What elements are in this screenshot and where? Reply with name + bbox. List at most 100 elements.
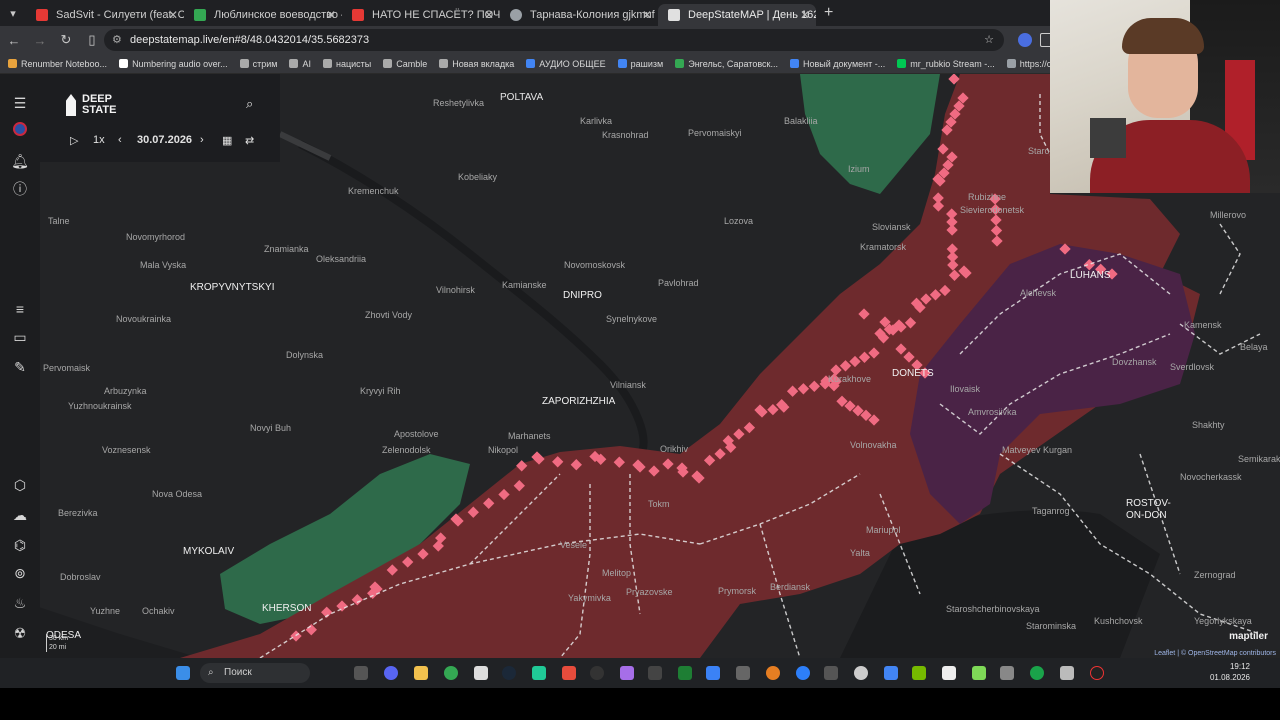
app-icon[interactable] xyxy=(532,666,546,680)
info-icon[interactable]: ⓘ xyxy=(11,180,29,198)
app-icon[interactable] xyxy=(766,666,780,680)
browser-tab[interactable]: НАТО НЕ СПАСЁТ? ПОЧЕМУ П ✕ xyxy=(342,4,500,26)
map-attribution[interactable]: Leaflet | © OpenStreetMap contributors xyxy=(1150,649,1280,658)
new-tab-button[interactable]: + xyxy=(824,4,833,22)
map-label: Krasnohrad xyxy=(602,130,649,140)
close-tab-icon[interactable]: ✕ xyxy=(800,4,810,26)
map-label: Volnovakha xyxy=(850,440,897,450)
bookmark-item[interactable]: АУДИО ОБЩЕЕ xyxy=(526,59,606,69)
app-icon[interactable] xyxy=(1090,666,1104,680)
task-view-icon[interactable] xyxy=(354,666,368,680)
map-label: Zhovti Vody xyxy=(365,310,413,320)
filters-icon[interactable]: ≡ xyxy=(11,300,29,318)
terminal-icon[interactable] xyxy=(648,666,662,680)
bookmark-item[interactable]: mr_rubkio Stream -... xyxy=(897,59,995,69)
app-icon[interactable] xyxy=(884,666,898,680)
browser-tab[interactable]: SadSvit - Силуети (feat. СТРУКТ ✕ xyxy=(26,4,184,26)
bookmark-item[interactable]: стрим xyxy=(239,59,277,69)
bookmark-item[interactable]: Camble xyxy=(383,59,427,69)
windows-start-icon[interactable] xyxy=(176,666,190,680)
bookmark-item[interactable]: Энгельс, Саратовск... xyxy=(675,59,778,69)
app-icon[interactable] xyxy=(824,666,838,680)
nuclear-icon[interactable]: ⊚ xyxy=(11,564,29,582)
app-icon[interactable] xyxy=(562,666,576,680)
site-info-icon[interactable]: ⚙ xyxy=(112,29,122,51)
bookmark-item[interactable]: Новая вкладка xyxy=(439,59,514,69)
ruler-icon[interactable]: ▭ xyxy=(11,328,29,346)
browser-tab[interactable]: Тарнава-Колония gjkmuf - По ✕ xyxy=(500,4,658,26)
app-icon[interactable] xyxy=(1060,666,1074,680)
bookmark-item[interactable]: Numbering audio over... xyxy=(119,59,228,69)
satellite-icon[interactable]: ⌬ xyxy=(11,536,29,554)
microphone xyxy=(1090,118,1126,158)
bookmark-icon xyxy=(8,59,17,68)
forward-icon[interactable]: → xyxy=(28,28,52,52)
map-label-poltava: POLTAVA xyxy=(500,92,544,103)
app-icon[interactable] xyxy=(972,666,986,680)
excel-icon[interactable] xyxy=(678,666,692,680)
map-label: Pryazovske xyxy=(626,587,673,597)
bookmark-item[interactable]: нацисты xyxy=(322,59,371,69)
app-icon[interactable] xyxy=(590,666,604,680)
nvidia-icon[interactable] xyxy=(912,666,926,680)
close-tab-icon[interactable]: ✕ xyxy=(484,4,494,26)
deepstate-logo[interactable]: DEEP STATE xyxy=(66,94,116,116)
layers-icon[interactable]: ⬡ xyxy=(11,476,29,494)
map-label: Matveyev Kurgan xyxy=(1002,445,1073,455)
map-label: Nikopol xyxy=(488,445,519,455)
fire-icon[interactable]: ♨ xyxy=(11,594,29,612)
menu-icon[interactable]: ☰ xyxy=(11,94,29,112)
calendar-icon[interactable]: ▦ xyxy=(222,134,232,147)
weather-icon[interactable]: ☁ xyxy=(11,506,29,524)
app-icon[interactable] xyxy=(620,666,634,680)
radiation-icon[interactable]: ☢ xyxy=(11,624,29,642)
app-icon[interactable] xyxy=(942,666,956,680)
previous-day-icon[interactable]: ‹ xyxy=(118,134,122,146)
close-tab-icon[interactable]: ✕ xyxy=(326,4,336,26)
back-icon[interactable]: ← xyxy=(2,28,26,52)
map-label: Vilnohirsk xyxy=(436,285,475,295)
side-panel-icon[interactable]: ▯ xyxy=(80,28,104,52)
discord-icon[interactable] xyxy=(384,666,398,680)
extension-icon[interactable] xyxy=(1018,33,1032,47)
bookmark-item[interactable]: Renumber Noteboo... xyxy=(8,59,107,69)
draw-icon[interactable]: ✎ xyxy=(11,358,29,376)
app-icon[interactable] xyxy=(796,666,810,680)
notifications-icon[interactable]: 🔔︎ xyxy=(11,152,29,170)
tab-search-button[interactable]: ▾ xyxy=(0,0,26,26)
date-display[interactable]: 30.07.2026 xyxy=(137,134,192,146)
next-day-icon[interactable]: › xyxy=(200,134,204,146)
file-explorer-icon[interactable] xyxy=(414,666,428,680)
app-icon[interactable] xyxy=(1030,666,1044,680)
address-bar[interactable]: ⚙ deepstatemap.live/en#8/48.0432014/35.5… xyxy=(104,29,1004,51)
search-icon[interactable]: ⌕ xyxy=(246,96,253,112)
bookmark-star-icon[interactable]: ☆ xyxy=(984,29,994,51)
map-label: Dobroslav xyxy=(60,572,101,582)
browser-tab-active[interactable]: DeepStateMAP | День 1620 | М ✕ xyxy=(658,4,816,26)
app-icon[interactable] xyxy=(1000,666,1014,680)
system-clock[interactable]: 19:12 01.08.2026 xyxy=(1210,661,1250,683)
speed-button[interactable]: 1x xyxy=(93,134,105,146)
reload-icon[interactable]: ↻ xyxy=(54,28,78,52)
map-label: Amvrosiivka xyxy=(968,407,1017,417)
browser-tab[interactable]: Люблинское воеводство – Go ✕ xyxy=(184,4,342,26)
close-tab-icon[interactable]: ✕ xyxy=(168,4,178,26)
map-label: Novoukrainka xyxy=(116,314,172,324)
compare-icon[interactable]: ⇄ xyxy=(245,134,254,147)
map-label: Ochakiv xyxy=(142,606,175,616)
chrome-icon[interactable] xyxy=(444,666,458,680)
notepad-icon[interactable] xyxy=(474,666,488,680)
play-icon[interactable]: ▷ xyxy=(70,134,78,147)
taskbar-search[interactable]: ⌕ Поиск xyxy=(200,663,310,683)
close-tab-icon[interactable]: ✕ xyxy=(642,4,652,26)
map-label: Balakliia xyxy=(784,116,818,126)
app-icon[interactable] xyxy=(706,666,720,680)
steam-icon[interactable] xyxy=(502,666,516,680)
language-flag-icon[interactable] xyxy=(11,122,29,140)
chatgpt-icon[interactable] xyxy=(854,666,868,680)
bookmark-item[interactable]: рашизм xyxy=(617,59,663,69)
app-icon[interactable] xyxy=(736,666,750,680)
map-label-kropyvnytskyi: KROPYVNYTSKYI xyxy=(190,282,275,293)
bookmark-item[interactable]: AI xyxy=(289,59,311,69)
bookmark-item[interactable]: Новый документ -... xyxy=(789,59,885,69)
